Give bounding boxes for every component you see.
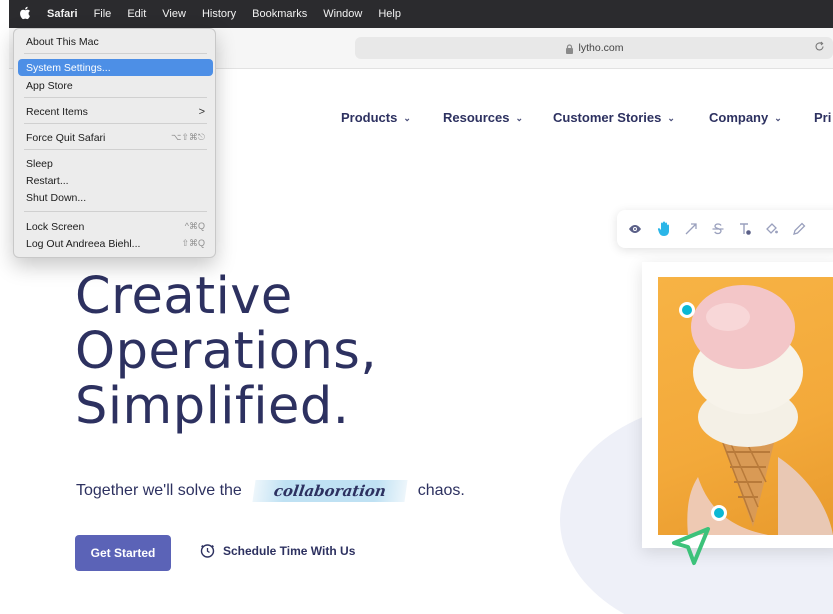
menu-history[interactable]: History — [194, 8, 244, 20]
menu-file[interactable]: File — [86, 8, 120, 20]
address-bar[interactable]: lytho.com — [355, 37, 833, 59]
chevron-down-icon: ⌄ — [774, 113, 782, 123]
nav-company[interactable]: Company ⌄ — [709, 110, 782, 125]
hero-tagline: Together we'll solve the collaboration c… — [76, 480, 465, 502]
menu-separator — [24, 211, 207, 212]
menu-safari[interactable]: Safari — [39, 8, 86, 20]
annotation-toolbar — [617, 210, 833, 248]
annotation-marker[interactable] — [711, 505, 727, 521]
eye-icon[interactable] — [625, 219, 645, 239]
schedule-label: Schedule Time With Us — [223, 543, 356, 558]
tagline-before: Together we'll solve the — [76, 482, 242, 499]
screen: Safari File Edit View History Bookmarks … — [0, 0, 833, 614]
hero-title-line: Creative — [75, 267, 293, 326]
menu-item-recent-items[interactable]: Recent Items > — [18, 103, 213, 120]
menu-bookmarks[interactable]: Bookmarks — [244, 8, 315, 20]
chevron-down-icon: ⌄ — [403, 113, 411, 123]
menu-separator — [24, 97, 207, 98]
menu-item-sleep[interactable]: Sleep — [18, 155, 213, 172]
nav-pricing[interactable]: Pri — [814, 110, 831, 125]
pen-icon[interactable] — [789, 219, 809, 239]
menu-item-system-settings[interactable]: System Settings... — [18, 59, 213, 76]
nav-resources[interactable]: Resources ⌄ — [443, 110, 523, 125]
menu-edit[interactable]: Edit — [119, 8, 154, 20]
chevron-right-icon: > — [198, 105, 205, 118]
shortcut-label: ⇧⌘Q — [181, 238, 205, 248]
menu-window[interactable]: Window — [315, 8, 370, 20]
menu-item-app-store[interactable]: App Store — [18, 77, 213, 94]
hero-title: Creative Operations, Simplified. — [75, 269, 495, 434]
tagline-after: chaos. — [417, 482, 465, 499]
apple-icon[interactable] — [11, 6, 39, 23]
strikethrough-icon[interactable] — [708, 219, 728, 239]
menu-item-log-out[interactable]: Log Out Andreea Biehl... ⇧⌘Q — [18, 235, 213, 252]
address-text: lytho.com — [578, 42, 624, 54]
reload-icon[interactable] — [814, 41, 825, 55]
lock-icon — [565, 43, 574, 54]
menu-separator — [24, 123, 207, 124]
chevron-down-icon: ⌄ — [515, 113, 524, 123]
menu-item-shut-down[interactable]: Shut Down... — [18, 189, 213, 206]
menu-help[interactable]: Help — [370, 8, 409, 20]
menu-separator — [24, 149, 207, 150]
menu-item-restart[interactable]: Restart... — [18, 172, 213, 189]
hero-title-line: Simplified. — [75, 377, 350, 436]
menu-bar: Safari File Edit View History Bookmarks … — [9, 0, 833, 28]
hero-title-line: Operations, — [75, 322, 378, 381]
menu-item-force-quit[interactable]: Force Quit Safari ⌥⇧⌘⎋ — [18, 129, 213, 146]
tagline-highlight: collaboration — [252, 480, 408, 502]
shortcut-label: ⌥⇧⌘⎋ — [170, 132, 205, 142]
menu-separator — [24, 53, 207, 54]
chevron-down-icon: ⌄ — [667, 113, 675, 123]
get-started-button[interactable]: Get Started — [75, 535, 171, 571]
hand-icon[interactable] — [654, 219, 674, 239]
menu-item-about-this-mac[interactable]: About This Mac — [18, 33, 213, 50]
cursor-icon — [670, 525, 712, 572]
menu-item-lock-screen[interactable]: Lock Screen ^⌘Q — [18, 218, 213, 235]
menu-view[interactable]: View — [154, 8, 194, 20]
shortcut-label: ^⌘Q — [184, 221, 205, 231]
apple-menu: About This Mac System Settings... App St… — [13, 28, 216, 258]
schedule-time-link[interactable]: Schedule Time With Us — [200, 543, 355, 558]
clock-icon — [200, 543, 215, 558]
fill-icon[interactable] — [762, 219, 782, 239]
arrow-icon[interactable] — [681, 219, 701, 239]
nav-customer-stories[interactable]: Customer Stories ⌄ — [553, 110, 675, 125]
nav-products[interactable]: Products ⌄ — [341, 110, 411, 125]
text-icon[interactable] — [735, 219, 755, 239]
annotation-marker[interactable] — [679, 302, 695, 318]
